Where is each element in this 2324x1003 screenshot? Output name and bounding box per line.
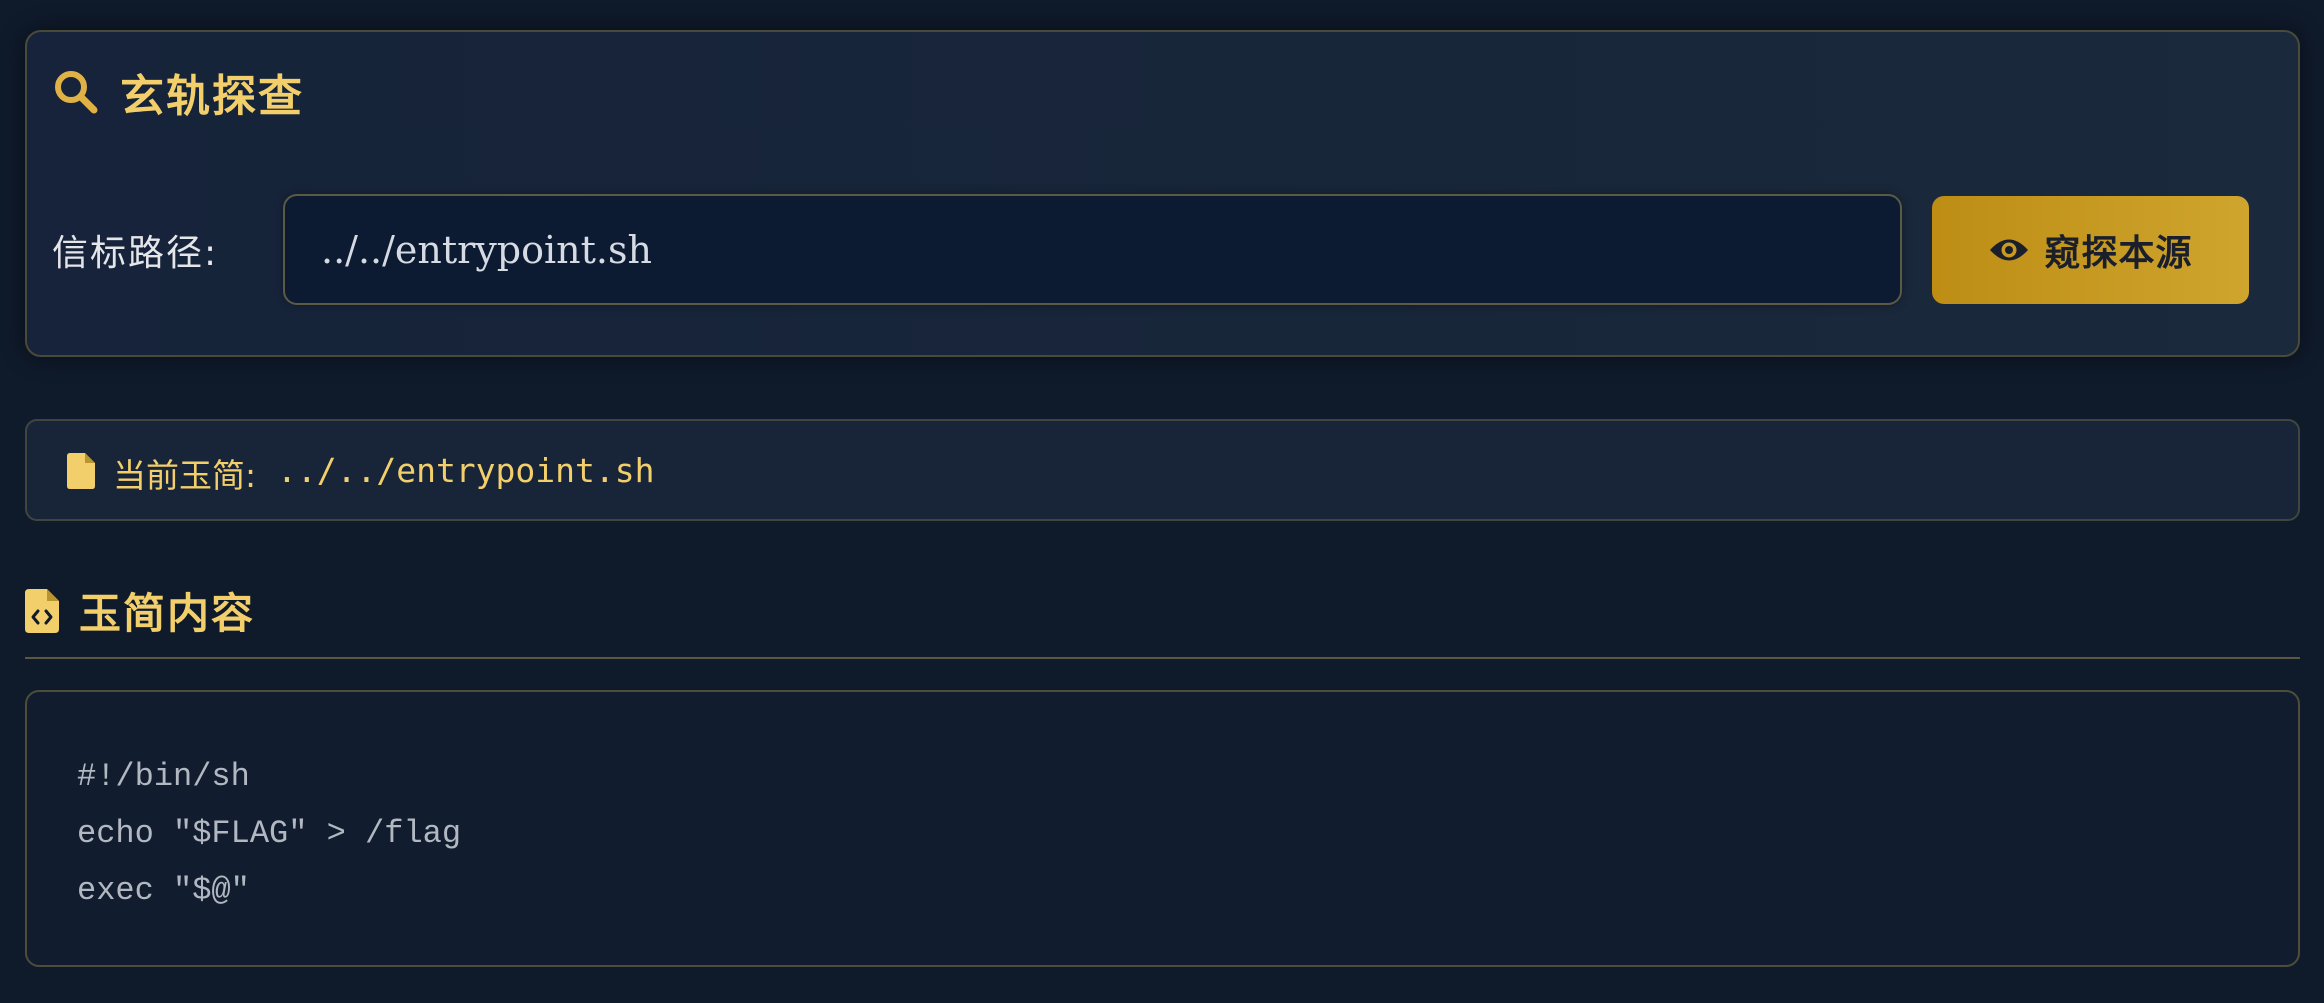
content-section-heading: 玉简内容: [79, 589, 256, 638]
current-file-label: 当前玉简:: [113, 456, 257, 495]
code-line: #!/bin/sh: [77, 758, 250, 795]
content-section-title: 玉简内容: [25, 580, 255, 641]
current-file-bar: 当前玉简: ../../entrypoint.sh: [25, 419, 2300, 521]
file-content-box: #!/bin/sh echo "$FLAG" > /flag exec "$@": [25, 690, 2300, 967]
file-code-icon: [25, 588, 59, 633]
eye-icon: [1990, 239, 2029, 261]
search-panel-title: 玄轨探查: [52, 60, 304, 124]
probe-button[interactable]: 窥探本源: [1932, 196, 2249, 304]
code-line: exec "$@": [77, 872, 250, 909]
path-input[interactable]: [283, 194, 1902, 305]
code-line: echo "$FLAG" > /flag: [77, 815, 462, 852]
path-label: 信标路径:: [52, 233, 219, 274]
page-title: 玄轨探查: [120, 71, 304, 122]
section-divider: [25, 657, 2300, 659]
probe-button-label: 窥探本源: [2044, 233, 2193, 274]
file-icon: [67, 453, 95, 489]
search-icon: [55, 71, 98, 114]
current-file-path: ../../entrypoint.sh: [277, 451, 655, 490]
